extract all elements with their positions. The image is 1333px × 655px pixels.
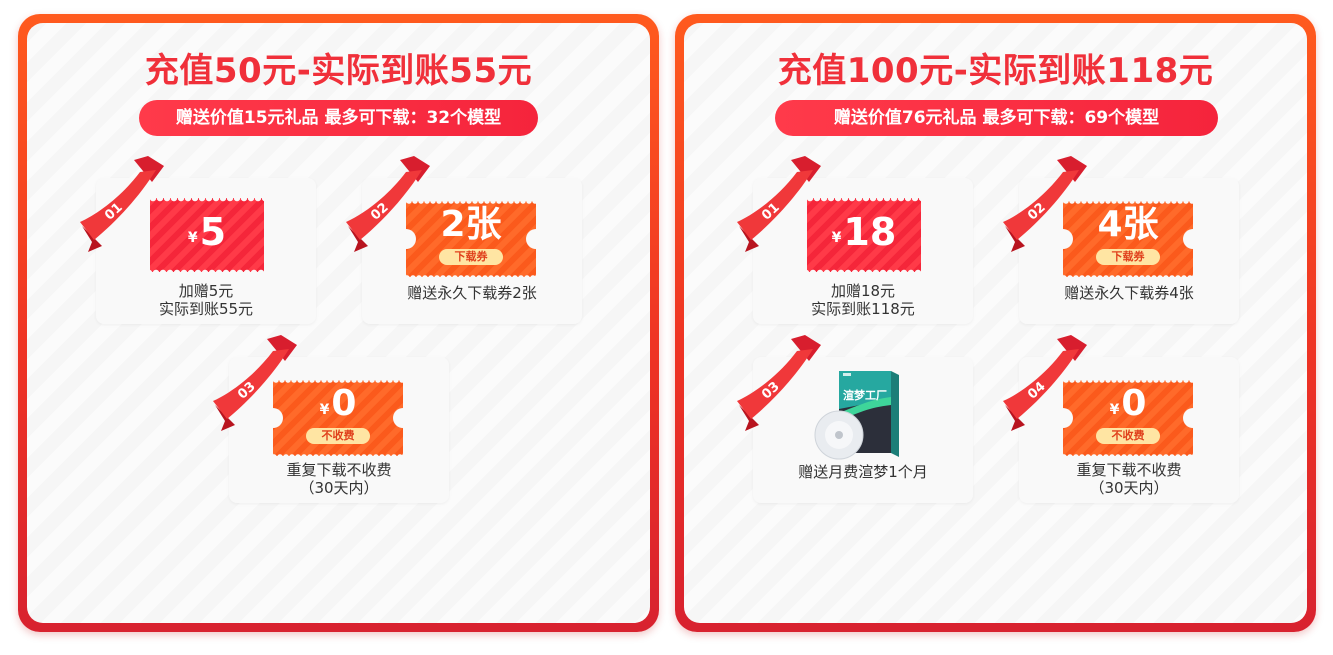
card-caption: 加赠5元 实际到账55元 — [96, 282, 316, 318]
ribbon-icon: 01 — [737, 156, 821, 252]
coupon-value: 0 — [331, 383, 357, 424]
card-caption: 重复下载不收费 （30天内） — [1019, 461, 1239, 497]
caption-line: 实际到账55元 — [158, 300, 254, 318]
caption-line: 赠送永久下载券2张 — [407, 284, 537, 302]
ribbon-badge: 02 — [344, 156, 436, 254]
card-caption: 重复下载不收费 （30天内） — [229, 461, 449, 497]
ribbon-badge: 03 — [735, 335, 827, 433]
ribbon-badge: 04 — [1001, 335, 1093, 433]
recharge-plan-100[interactable]: 充值100元-实际到账118元 赠送价值76元礼品 最多可下载：69个模型 ¥1… — [675, 14, 1316, 632]
plan-subtitle-pill: 赠送价值15元礼品 最多可下载：32个模型 — [139, 100, 538, 136]
ribbon-icon: 01 — [80, 156, 164, 252]
caption-line: （30天内） — [299, 479, 379, 497]
coupon-tag: 不收费 — [1096, 428, 1160, 444]
caption-line: 重复下载不收费 — [286, 461, 392, 479]
currency-symbol: ¥ — [1109, 402, 1120, 418]
currency-symbol: ¥ — [319, 402, 330, 418]
recharge-plan-50[interactable]: 充值50元-实际到账55元 赠送价值15元礼品 最多可下载：32个模型 ¥5 加… — [18, 14, 659, 632]
plan-title: 充值100元-实际到账118元 — [777, 51, 1214, 91]
caption-line: 加赠18元 — [830, 282, 896, 300]
currency-symbol: ¥ — [187, 230, 198, 246]
coupon-value: 0 — [1121, 383, 1147, 424]
ribbon-icon: 03 — [737, 335, 821, 431]
caption-line: 加赠5元 — [178, 282, 234, 300]
caption-line: 赠送永久下载券4张 — [1064, 284, 1194, 302]
coupon-value: 5 — [199, 210, 227, 254]
ribbon-badge: 02 — [1001, 156, 1093, 254]
caption-line: （30天内） — [1089, 479, 1169, 497]
card-caption: 赠送永久下载券2张 — [362, 284, 582, 302]
caption-line: 重复下载不收费 — [1076, 461, 1182, 479]
card-caption: 加赠18元 实际到账118元 — [753, 282, 973, 318]
coupon-value: 18 — [843, 210, 897, 254]
coupon-tag: 下载券 — [1096, 249, 1160, 265]
ribbon-badge: 03 — [211, 335, 303, 433]
caption-line: 赠送月费渲梦1个月 — [798, 463, 928, 481]
card-caption: 赠送月费渲梦1个月 — [753, 463, 973, 481]
ribbon-icon: 03 — [213, 335, 297, 431]
plan-subtitle-pill: 赠送价值76元礼品 最多可下载：69个模型 — [775, 100, 1218, 136]
ribbon-icon: 02 — [1003, 156, 1087, 252]
svg-text:渲梦工厂: 渲梦工厂 — [843, 388, 887, 402]
caption-line: 实际到账118元 — [811, 300, 915, 318]
ribbon-badge: 01 — [735, 156, 827, 254]
currency-symbol: ¥ — [831, 230, 842, 246]
plan-title: 充值50元-实际到账55元 — [144, 51, 533, 91]
coupon-tag: 下载券 — [439, 249, 503, 265]
coupon-tag: 不收费 — [306, 428, 370, 444]
ribbon-badge: 01 — [78, 156, 170, 254]
ribbon-icon: 02 — [346, 156, 430, 252]
ribbon-icon: 04 — [1003, 335, 1087, 431]
card-caption: 赠送永久下载券4张 — [1019, 284, 1239, 302]
